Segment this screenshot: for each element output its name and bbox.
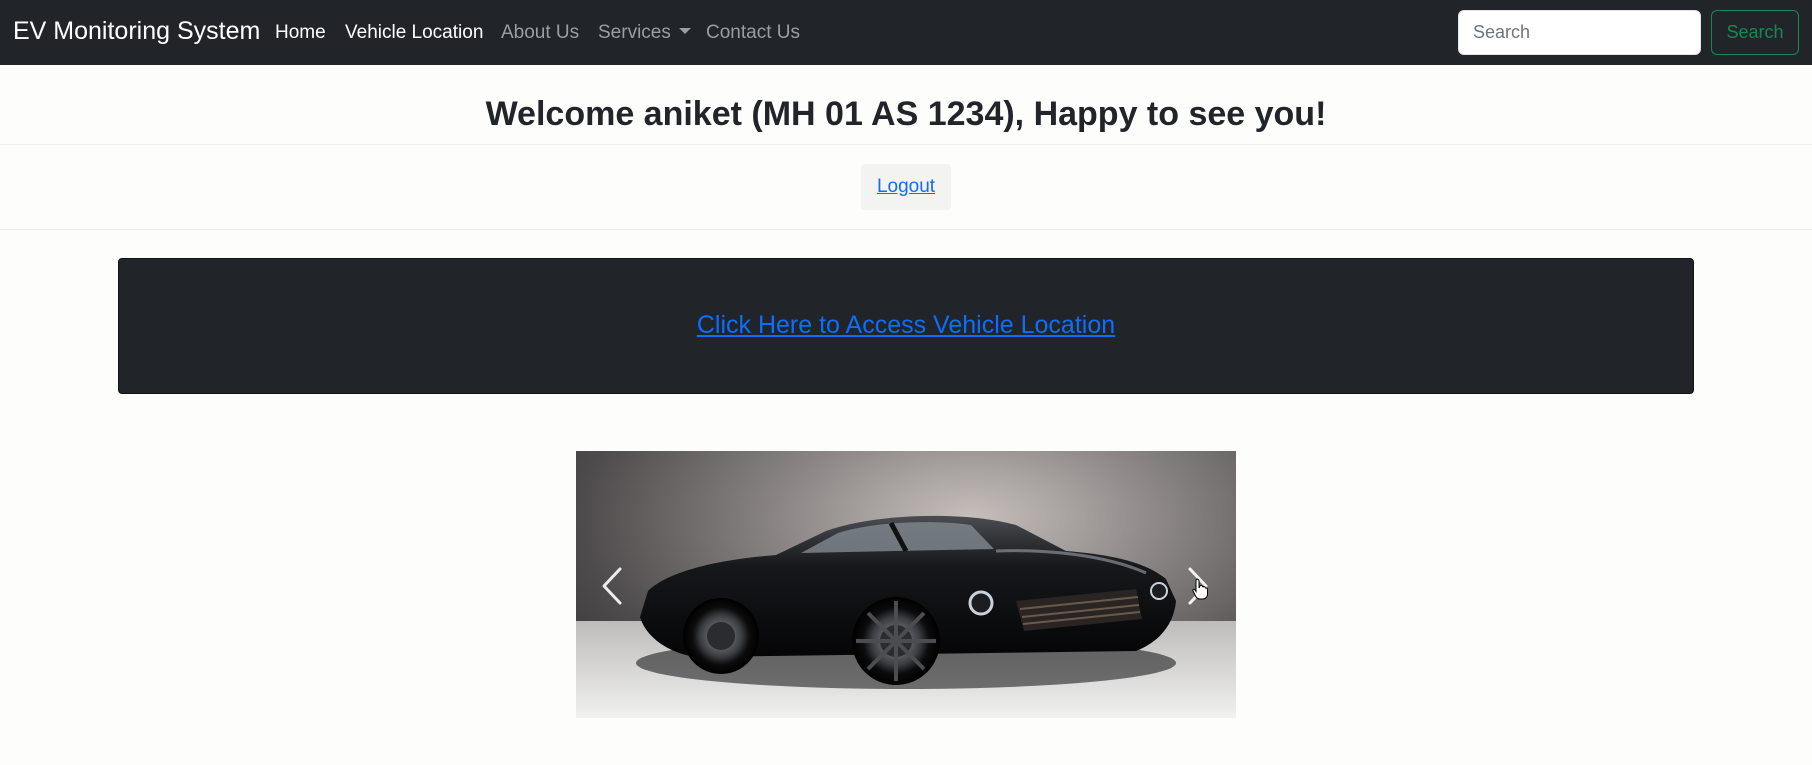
hand-cursor-icon	[1192, 578, 1208, 600]
nav-vehicle-location[interactable]: Vehicle Location	[345, 22, 483, 44]
chevron-left-icon[interactable]	[594, 561, 634, 611]
logout-container: Logout	[861, 164, 951, 210]
car-image	[636, 515, 1176, 689]
divider-bottom	[0, 229, 1812, 230]
nav-home[interactable]: Home	[275, 22, 326, 44]
welcome-heading: Welcome aniket (MH 01 AS 1234), Happy to…	[485, 95, 1327, 133]
divider-top	[0, 144, 1812, 145]
nav-services-dropdown[interactable]: Services	[598, 22, 691, 44]
nav-services-label: Services	[598, 22, 671, 43]
nav-contact-us[interactable]: Contact Us	[706, 22, 800, 44]
search-button[interactable]: Search	[1711, 10, 1799, 55]
navbar: EV Monitoring System Home Vehicle Locati…	[0, 0, 1812, 65]
caret-down-icon	[678, 28, 691, 35]
image-carousel	[576, 451, 1236, 718]
nav-about-us[interactable]: About Us	[501, 22, 579, 44]
vehicle-location-panel: Click Here to Access Vehicle Location	[118, 258, 1694, 394]
logout-link[interactable]: Logout	[877, 176, 935, 197]
brand-logo[interactable]: EV Monitoring System	[13, 17, 260, 46]
vehicle-location-link[interactable]: Click Here to Access Vehicle Location	[697, 311, 1115, 340]
search-input[interactable]	[1458, 10, 1701, 55]
